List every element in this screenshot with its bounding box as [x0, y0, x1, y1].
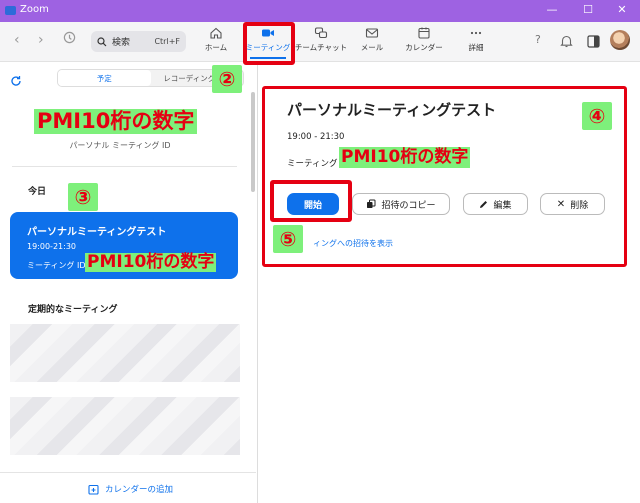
annotation-number-2: ② — [212, 65, 242, 93]
history-icon[interactable] — [63, 31, 76, 48]
home-icon — [210, 27, 222, 39]
meeting-card-id-label: ミーティング ID: — [27, 261, 89, 270]
chat-icon — [314, 27, 328, 39]
tab-more[interactable]: 詳細 — [452, 26, 500, 53]
add-calendar-link[interactable]: カレンダーの追加 — [88, 483, 173, 495]
title-bar: Zoom — ☐ ✕ — [0, 0, 640, 22]
search-shortcut: Ctrl+F — [154, 37, 180, 46]
toolbar: ‹ › 検索 Ctrl+F ホーム ミーティング チームチャット メール カレン… — [0, 22, 640, 62]
divider — [0, 472, 256, 473]
blurred-meeting-item[interactable] — [10, 397, 240, 455]
annotation-number-3: ③ — [68, 183, 98, 211]
meeting-card-id-overlay: PMI10桁の数字 — [85, 252, 217, 272]
scrollbar[interactable] — [251, 92, 255, 192]
tab-label: ホーム — [204, 43, 228, 52]
tab-upcoming[interactable]: 予定 — [58, 70, 151, 86]
maximize-button[interactable]: ☐ — [580, 3, 596, 16]
meeting-card-selected[interactable]: パーソナルミーティングテスト 19:00-21:30 ミーティング ID: PM… — [10, 212, 238, 279]
help-icon[interactable]: ? — [535, 33, 541, 46]
tab-label: カレンダー — [405, 43, 443, 52]
minimize-button[interactable]: — — [544, 3, 560, 16]
avatar[interactable] — [610, 30, 630, 50]
annotation-number-4: ④ — [582, 102, 612, 130]
meeting-list-panel: 予定 レコーディング済み PMI10桁の数字 パーソナル ミーティング ID 今… — [0, 62, 258, 503]
meeting-card-title: パーソナルミーティングテスト — [27, 227, 167, 238]
highlight-box-meetings-tab — [243, 22, 295, 65]
close-button[interactable]: ✕ — [614, 3, 630, 16]
back-arrow-icon[interactable]: ‹ — [14, 32, 20, 48]
tab-home[interactable]: ホーム — [192, 26, 240, 53]
more-icon — [470, 31, 482, 35]
blurred-meeting-item[interactable] — [10, 324, 240, 382]
calendar-plus-icon — [88, 484, 99, 495]
bell-icon[interactable] — [560, 33, 573, 52]
search-icon — [97, 36, 107, 46]
annotation-number-5: ⑤ — [273, 225, 303, 253]
search-label: 検索 — [112, 38, 131, 48]
divider — [12, 166, 237, 167]
tab-label: 詳細 — [468, 43, 484, 52]
zoom-logo-icon — [5, 6, 16, 15]
pmi-caption: パーソナル ミーティング ID — [69, 141, 171, 150]
add-calendar-label: カレンダーの追加 — [105, 485, 174, 495]
highlight-box-start-button — [270, 180, 352, 222]
forward-arrow-icon[interactable]: › — [38, 32, 44, 48]
tab-calendar[interactable]: カレンダー — [400, 26, 448, 53]
tab-mail[interactable]: メール — [348, 26, 396, 53]
mail-icon — [365, 28, 379, 38]
search-input[interactable]: 検索 Ctrl+F — [91, 31, 186, 52]
refresh-icon[interactable] — [10, 72, 22, 91]
today-heading: 今日 — [28, 187, 47, 197]
tab-label: チームチャット — [294, 43, 348, 52]
tab-team-chat[interactable]: チームチャット — [293, 26, 349, 53]
pmi-number-overlay: PMI10桁の数字 — [34, 109, 198, 134]
highlight-box-meeting-detail — [262, 86, 627, 267]
meeting-card-time: 19:00-21:30 — [27, 242, 76, 251]
tab-label: メール — [360, 43, 384, 52]
panel-toggle-icon[interactable] — [587, 33, 600, 52]
recurring-heading: 定期的なミーティング — [28, 305, 118, 315]
window-title: Zoom — [20, 4, 49, 15]
calendar-icon — [418, 27, 430, 39]
